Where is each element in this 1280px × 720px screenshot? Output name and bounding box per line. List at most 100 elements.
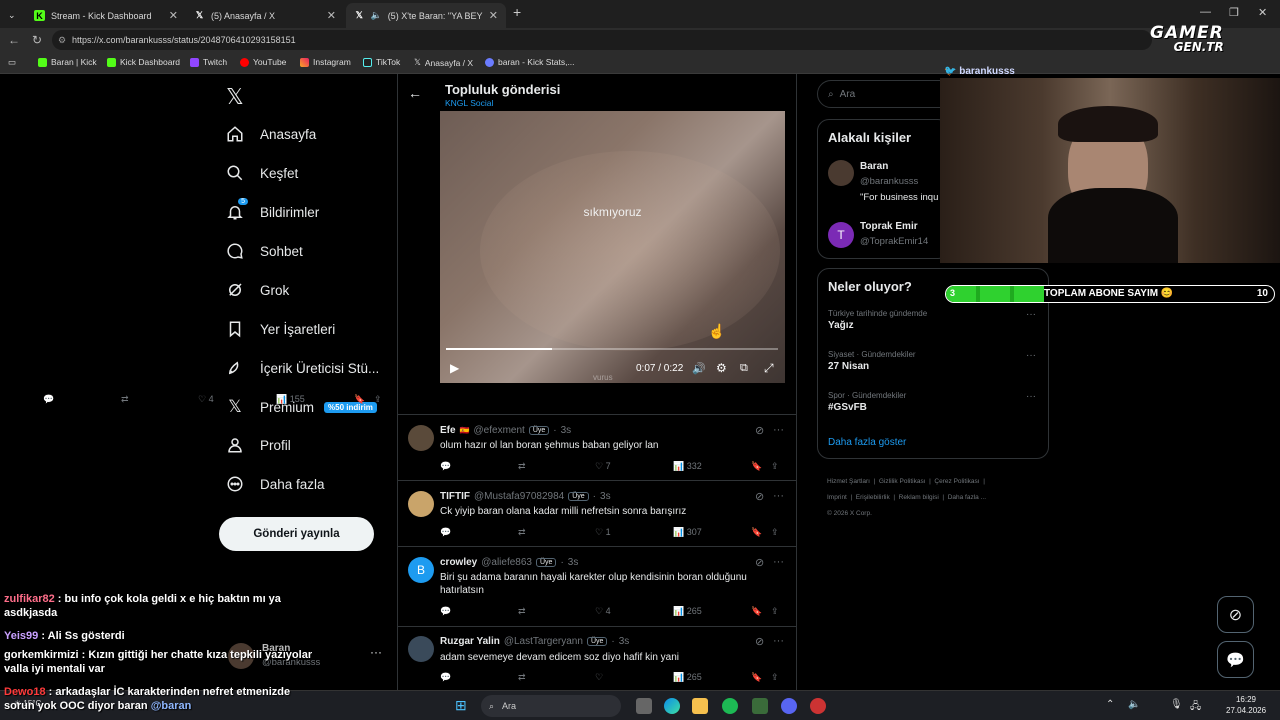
tab-x-post[interactable]: 𝕏 🔈 (5) X'te Baran: "YA BEYLER RO ✕: [346, 3, 506, 28]
minimize-button[interactable]: —: [1200, 6, 1211, 18]
speaker-icon[interactable]: 🔈: [1128, 699, 1140, 710]
trend-item[interactable]: Spor · Gündemdekiler #GSvFB: [828, 391, 906, 413]
like-button[interactable]: ♡ 1: [595, 527, 611, 538]
repost-icon[interactable]: ⇄: [518, 606, 526, 617]
close-icon[interactable]: ✕: [169, 9, 178, 22]
repost-icon[interactable]: ⇄: [518, 527, 526, 538]
nav-bookmarks[interactable]: Yer İşaretleri: [226, 320, 335, 338]
tab-list-button[interactable]: ⌄: [4, 3, 22, 28]
like-button[interactable]: ♡ 4: [595, 606, 611, 617]
pip-icon[interactable]: ⧉: [740, 362, 748, 375]
more-options-icon[interactable]: ···: [1026, 350, 1036, 361]
nav-notifications[interactable]: 5 Bildirimler: [226, 198, 319, 221]
repost-icon[interactable]: ⇄: [518, 461, 526, 472]
mic-icon[interactable]: 🎙: [1170, 699, 1183, 710]
reply-icon[interactable]: 💬: [440, 606, 451, 617]
app-icon[interactable]: [752, 698, 768, 714]
fullscreen-icon[interactable]: ⤢: [764, 361, 774, 376]
share-icon[interactable]: ⇪: [771, 672, 779, 683]
edge-icon[interactable]: [664, 698, 680, 714]
bookmark-icon[interactable]: 🔖: [751, 606, 762, 617]
grok-icon[interactable]: ⊘: [755, 424, 764, 437]
grok-button[interactable]: ⊘: [1217, 596, 1254, 633]
bookmark-icon[interactable]: 🔖: [751, 672, 762, 683]
nav-profile[interactable]: Profil: [226, 436, 291, 454]
back-arrow-icon[interactable]: ←: [408, 85, 422, 101]
taskbar-search[interactable]: ⌕ Ara: [481, 695, 621, 717]
spotify-icon[interactable]: [722, 698, 738, 714]
grok-icon[interactable]: ⊘: [755, 635, 764, 648]
video-player[interactable]: sıkmıyoruz ▶ 0:07 / 0:22 🔊 ⚙ ⧉ ⤢ vurus ☝: [440, 111, 785, 383]
discord-icon[interactable]: [781, 698, 797, 714]
bookmark-youtube[interactable]: YouTube: [240, 57, 286, 67]
reload-icon[interactable]: ↻: [32, 33, 42, 47]
nav-creator-studio[interactable]: İçerik Üreticisi Stü...: [226, 359, 379, 377]
more-options-icon[interactable]: ···: [773, 556, 784, 568]
more-options-icon[interactable]: ···: [773, 490, 784, 502]
reply-icon[interactable]: 💬: [440, 672, 451, 683]
tab-kick-dashboard[interactable]: K Stream - Kick Dashboard ✕: [26, 3, 186, 28]
bookmark-kick-dashboard[interactable]: Kick Dashboard: [107, 57, 180, 67]
task-view-icon[interactable]: [636, 698, 652, 714]
bookmark-instagram[interactable]: Instagram: [300, 57, 351, 67]
like-button[interactable]: ♡ 7: [595, 461, 611, 472]
nav-explore[interactable]: Keşfet: [226, 164, 298, 182]
trend-item[interactable]: Türkiye tarihinde gündemde Yağız: [828, 309, 927, 331]
nav-more[interactable]: Daha fazla: [226, 475, 325, 493]
tray-chevron-icon[interactable]: ⌃: [1106, 699, 1114, 710]
share-icon[interactable]: ⇪: [374, 394, 382, 405]
maximize-button[interactable]: ❐: [1229, 6, 1239, 19]
bookmark-icon[interactable]: 🔖: [751, 527, 762, 538]
reply-item[interactable]: Efe 🇪🇸 @efexment Üye · 3s ⊘ ··· olum hazır ol…: [397, 414, 797, 480]
nav-home[interactable]: Anasayfa: [226, 125, 316, 143]
new-tab-button[interactable]: +: [513, 4, 521, 20]
reply-icon[interactable]: 💬: [43, 394, 54, 405]
video-progress-bar[interactable]: [446, 348, 778, 350]
more-options-icon[interactable]: ···: [1026, 309, 1036, 320]
back-icon[interactable]: ←: [8, 33, 20, 47]
bookmark-twitch[interactable]: Twitch: [190, 57, 227, 67]
bookmark-baran-kick[interactable]: Baran | Kick: [38, 57, 97, 67]
grok-icon[interactable]: ⊘: [755, 556, 764, 569]
more-options-icon[interactable]: ···: [1026, 391, 1036, 402]
site-info-icon[interactable]: ⚙: [58, 35, 66, 46]
more-options-icon[interactable]: ···: [370, 645, 382, 659]
play-icon[interactable]: ▶: [450, 361, 459, 375]
share-icon[interactable]: ⇪: [771, 527, 779, 538]
settings-icon[interactable]: ⚙: [716, 361, 727, 375]
search-input[interactable]: ⌕ Ara: [817, 80, 957, 108]
grok-icon[interactable]: ⊘: [755, 490, 764, 503]
url-field[interactable]: ⚙ https://x.com/barankusss/status/204870…: [52, 30, 1152, 50]
volume-icon[interactable]: 🔊: [692, 362, 706, 375]
app-icon[interactable]: [810, 698, 826, 714]
tab-x-home[interactable]: 𝕏 (5) Anasayfa / X ✕: [186, 3, 344, 28]
messages-button[interactable]: 💬: [1217, 641, 1254, 678]
close-icon[interactable]: ✕: [327, 9, 336, 22]
repost-icon[interactable]: ⇄: [518, 672, 526, 683]
more-options-icon[interactable]: ···: [773, 635, 784, 647]
bookmark-kick-stats[interactable]: baran - Kick Stats,...: [485, 57, 575, 67]
bookmark-tiktok[interactable]: TikTok: [363, 57, 400, 67]
post-button[interactable]: Gönderi yayınla: [219, 517, 374, 551]
reply-item[interactable]: TIFTIF @Mustafa97082984 Üye · 3s ⊘ ··· Ck yi…: [397, 480, 797, 546]
network-icon[interactable]: 🖧: [1190, 699, 1201, 716]
reply-icon[interactable]: 💬: [440, 527, 451, 538]
bookmark-x-home[interactable]: 𝕏 Anasayfa / X: [414, 57, 473, 68]
community-link[interactable]: KNGL Social: [445, 98, 493, 108]
more-options-icon[interactable]: ···: [773, 424, 784, 436]
reply-item[interactable]: B crowley @aliefe863 Üye · 3s ⊘ ··· Biri şu …: [397, 546, 797, 626]
bookmark-icon[interactable]: 🔖: [354, 394, 365, 405]
show-more-link[interactable]: Daha fazla göster: [828, 437, 906, 448]
x-logo-icon[interactable]: 𝕏: [226, 84, 244, 110]
repost-icon[interactable]: ⇄: [121, 394, 129, 405]
nav-chat[interactable]: Sohbet: [226, 242, 303, 260]
clock[interactable]: 16:29 27.04.2026: [1226, 694, 1266, 716]
like-button[interactable]: ♡ 4: [198, 394, 214, 405]
close-icon[interactable]: ✕: [489, 9, 498, 22]
reply-icon[interactable]: 💬: [440, 461, 451, 472]
bookmark-icon[interactable]: 🔖: [751, 461, 762, 472]
window-close-button[interactable]: ✕: [1258, 6, 1267, 19]
file-explorer-icon[interactable]: [692, 698, 708, 714]
share-icon[interactable]: ⇪: [771, 461, 779, 472]
like-button[interactable]: ♡: [595, 672, 603, 683]
